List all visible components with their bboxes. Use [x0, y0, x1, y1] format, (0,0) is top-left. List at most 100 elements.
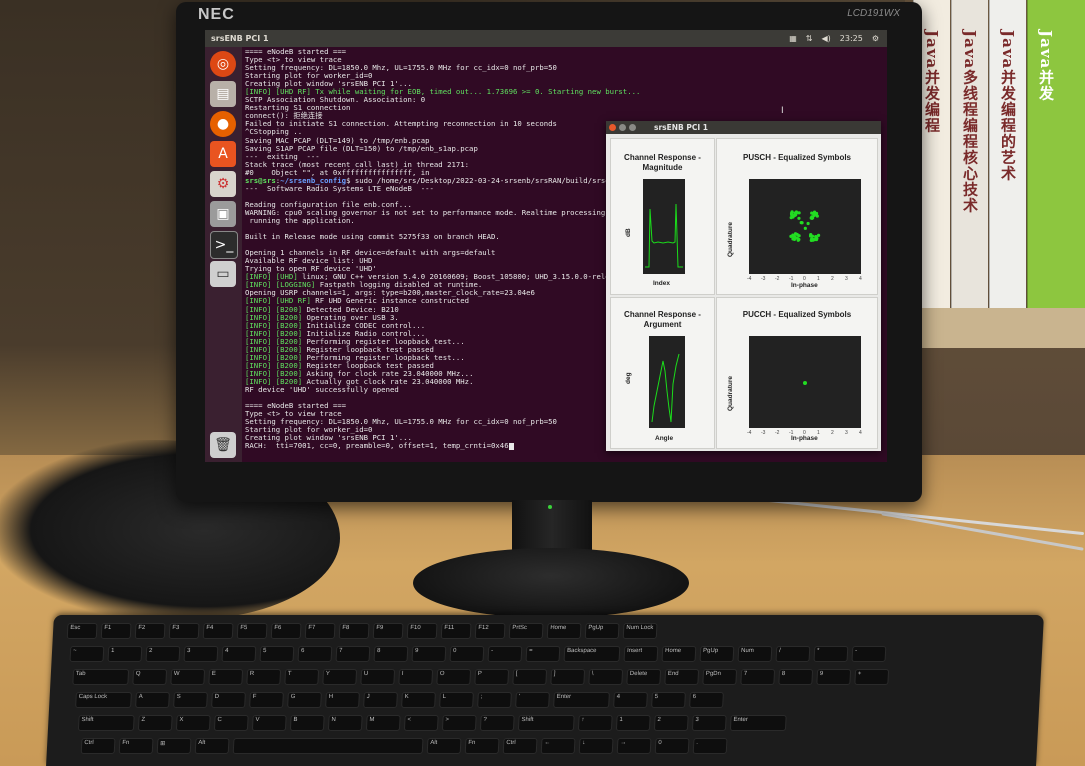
key[interactable]: Z — [137, 715, 173, 731]
key[interactable]: T — [284, 669, 320, 685]
key[interactable]: J — [363, 692, 398, 708]
key[interactable]: F — [249, 692, 284, 708]
key[interactable]: ' — [515, 692, 550, 708]
minimize-icon[interactable] — [619, 124, 626, 131]
key[interactable]: F10 — [406, 623, 438, 639]
key[interactable]: B — [289, 715, 325, 731]
key[interactable]: V — [251, 715, 287, 731]
key[interactable]: F7 — [304, 623, 336, 639]
key[interactable]: → — [616, 738, 652, 754]
key[interactable]: Delete — [626, 669, 662, 685]
terminal-icon[interactable]: >_ — [210, 231, 238, 259]
key[interactable]: 1 — [107, 646, 143, 662]
key[interactable]: F4 — [202, 623, 234, 639]
camera-icon[interactable]: ▣ — [210, 201, 236, 227]
key[interactable]: 4 — [613, 692, 648, 708]
key[interactable]: Tab — [72, 669, 130, 685]
key[interactable]: 8 — [373, 646, 409, 662]
key[interactable]: 6 — [689, 692, 724, 708]
disk-icon[interactable]: ▭ — [210, 261, 236, 287]
key[interactable]: > — [441, 715, 477, 731]
key[interactable]: G — [287, 692, 322, 708]
key[interactable]: 7 — [335, 646, 371, 662]
key[interactable]: 0 — [654, 738, 690, 754]
key[interactable]: - — [851, 646, 887, 662]
key[interactable]: K — [401, 692, 436, 708]
key[interactable]: 9 — [411, 646, 447, 662]
key[interactable]: PgUp — [699, 646, 735, 662]
key[interactable]: R — [246, 669, 282, 685]
key[interactable]: F8 — [338, 623, 370, 639]
key[interactable]: F1 — [100, 623, 132, 639]
key[interactable]: ↑ — [577, 715, 613, 731]
key[interactable]: 6 — [297, 646, 333, 662]
key[interactable]: 4 — [221, 646, 257, 662]
key[interactable]: End — [664, 669, 700, 685]
key[interactable]: Y — [322, 669, 358, 685]
key[interactable]: + — [854, 669, 890, 685]
clock[interactable]: 23:25 — [840, 34, 863, 43]
key[interactable]: Q — [132, 669, 168, 685]
key[interactable]: Alt — [426, 738, 462, 754]
key[interactable]: 0 — [449, 646, 485, 662]
firefox-icon[interactable]: ● — [210, 111, 236, 137]
key[interactable]: Ctrl — [502, 738, 538, 754]
key[interactable]: F6 — [270, 623, 302, 639]
key[interactable]: F9 — [372, 623, 404, 639]
key[interactable]: U — [360, 669, 396, 685]
key[interactable]: ← — [540, 738, 576, 754]
key[interactable]: 5 — [651, 692, 686, 708]
key[interactable]: 2 — [653, 715, 689, 731]
key[interactable]: ⊞ — [156, 738, 192, 754]
key[interactable]: W — [170, 669, 206, 685]
trash-icon[interactable]: 🗑 — [210, 432, 236, 458]
software-center-icon[interactable]: A — [210, 141, 236, 167]
key[interactable]: . — [692, 738, 728, 754]
key[interactable]: N — [327, 715, 363, 731]
key[interactable]: * — [813, 646, 849, 662]
key[interactable]: ~ — [69, 646, 105, 662]
key[interactable]: 3 — [183, 646, 219, 662]
dash-icon[interactable]: ◎ — [210, 51, 236, 77]
key[interactable]: O — [436, 669, 472, 685]
key[interactable]: Shift — [77, 715, 135, 731]
key[interactable]: M — [365, 715, 401, 731]
close-icon[interactable] — [609, 124, 616, 131]
key[interactable]: ↓ — [578, 738, 614, 754]
gear-icon[interactable]: ⚙ — [872, 34, 879, 43]
key[interactable]: [ — [512, 669, 548, 685]
key[interactable]: Backspace — [563, 646, 621, 662]
maximize-icon[interactable] — [629, 124, 636, 131]
key[interactable]: ] — [550, 669, 586, 685]
key[interactable]: Enter — [729, 715, 787, 731]
key[interactable]: F11 — [440, 623, 472, 639]
volume-icon[interactable]: ◀) — [821, 34, 830, 43]
key[interactable]: Ctrl — [80, 738, 116, 754]
key[interactable]: F3 — [168, 623, 200, 639]
key[interactable]: PrtSc — [508, 623, 544, 639]
key[interactable]: Fn — [464, 738, 500, 754]
key[interactable]: 2 — [145, 646, 181, 662]
key[interactable]: Esc — [66, 623, 98, 639]
key[interactable]: Home — [546, 623, 582, 639]
key[interactable]: 8 — [778, 669, 814, 685]
key[interactable]: Num Lock — [622, 623, 658, 639]
key[interactable]: ; — [477, 692, 512, 708]
key[interactable]: A — [135, 692, 170, 708]
key[interactable]: H — [325, 692, 360, 708]
key[interactable]: / — [775, 646, 811, 662]
key[interactable]: 5 — [259, 646, 295, 662]
key[interactable]: C — [213, 715, 249, 731]
key[interactable]: Caps Lock — [75, 692, 132, 708]
key[interactable]: Enter — [553, 692, 610, 708]
key[interactable]: Shift — [517, 715, 575, 731]
key[interactable]: Fn — [118, 738, 154, 754]
key[interactable]: Insert — [623, 646, 659, 662]
network-icon[interactable]: ⇅ — [806, 34, 813, 43]
key[interactable]: 7 — [740, 669, 776, 685]
settings-icon[interactable]: ⚙ — [210, 171, 236, 197]
key[interactable]: = — [525, 646, 561, 662]
key[interactable]: PgUp — [584, 623, 620, 639]
key[interactable]: E — [208, 669, 244, 685]
key[interactable]: S — [173, 692, 208, 708]
